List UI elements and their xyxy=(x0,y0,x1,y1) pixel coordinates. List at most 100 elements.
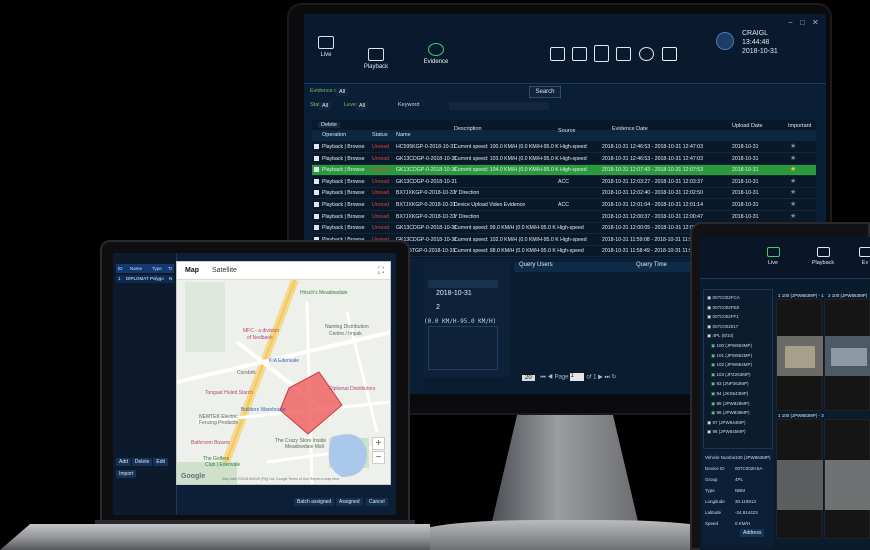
cell-operation[interactable]: Playback | Browse xyxy=(322,156,365,162)
satellite-tab[interactable]: Satellite xyxy=(212,267,237,274)
header-operation[interactable]: Operation xyxy=(322,132,346,138)
star-icon[interactable]: ★ xyxy=(790,154,796,162)
level-select[interactable]: All xyxy=(356,102,369,110)
video-channel-1[interactable] xyxy=(776,299,823,411)
row-checkbox[interactable] xyxy=(314,167,319,173)
tree-item[interactable]: ▣ 101 (JPW862MP) xyxy=(711,353,752,359)
table-row[interactable]: Playback | Browse Unread GK13CDGP-0-2018-1… xyxy=(312,154,816,165)
address-button[interactable]: Address xyxy=(740,529,765,537)
zoom-out-button[interactable]: − xyxy=(372,451,385,464)
tree-item[interactable]: ▣ 93 (JNP363MP) xyxy=(711,381,749,387)
keyword-input[interactable] xyxy=(449,102,549,110)
table-row[interactable]: Playback | Browse Unread HC595KGP-0-2018-1… xyxy=(312,142,816,153)
refresh-icon[interactable]: ↻ xyxy=(612,375,617,381)
cell-operation[interactable]: Playback | Browse xyxy=(322,167,365,173)
maximize-icon[interactable]: □ xyxy=(800,18,805,27)
star-icon[interactable]: ★ xyxy=(790,188,796,196)
zoom-in-button[interactable]: + xyxy=(372,437,385,450)
row-checkbox[interactable] xyxy=(314,202,319,207)
row-checkbox[interactable] xyxy=(314,190,319,196)
search-button[interactable]: Search xyxy=(529,86,561,98)
last-page-icon[interactable]: ⏭ xyxy=(604,375,609,381)
add-button[interactable]: Add xyxy=(116,458,131,466)
star-icon[interactable]: ★ xyxy=(790,200,796,208)
tab-playback[interactable]: Playback xyxy=(356,48,396,70)
header-description[interactable]: Description xyxy=(454,126,482,132)
cancel-button[interactable]: Cancel xyxy=(366,498,388,506)
upload-picture-icon[interactable] xyxy=(572,47,587,61)
tree-item[interactable]: ▣ 98 (JPW845MP) xyxy=(707,429,746,435)
list-icon[interactable] xyxy=(550,47,565,61)
tree-item[interactable]: ▣ 95 (JPW828MP) xyxy=(711,401,750,407)
delete-button[interactable]: Delete xyxy=(131,458,153,466)
map-tab[interactable]: Map xyxy=(185,267,199,274)
cell-operation[interactable]: Playback | Browse xyxy=(322,179,365,185)
star-icon[interactable]: ★ xyxy=(790,142,796,150)
header-status[interactable]: Status xyxy=(372,132,388,138)
table-row[interactable]: Playback | Browse Unread BX7JXKGP-0-2018-1… xyxy=(312,200,816,211)
next-page-icon[interactable]: ▶ xyxy=(598,375,603,381)
header-source[interactable]: Source xyxy=(558,128,575,134)
tree-item[interactable]: ▣ 4PL (8/10) xyxy=(707,333,733,339)
video-channel-3[interactable] xyxy=(776,419,823,539)
fullscreen-icon[interactable]: ⛶ xyxy=(378,265,384,276)
cell-operation[interactable]: Playback | Browse xyxy=(322,225,365,231)
geofence-row[interactable]: 1 DIPLOMAT Polygo N xyxy=(116,275,174,283)
state-select[interactable]: All xyxy=(319,102,332,110)
cell-operation[interactable]: Playback | Browse xyxy=(322,214,365,220)
video-channel-4[interactable] xyxy=(824,419,870,539)
header-evidence-date[interactable]: Evidence Date xyxy=(612,126,648,132)
minimize-icon[interactable]: − xyxy=(788,18,793,27)
table-row[interactable]: Playback | Browse Unread BX7JXKGP-0-2018-1… xyxy=(312,212,816,223)
page-input[interactable]: 1 xyxy=(570,373,585,381)
tree-item[interactable]: ▣ 007C002FCA xyxy=(707,295,740,301)
batch-assigned-button[interactable]: Batch assigned xyxy=(294,498,335,506)
edit-button[interactable]: Edit xyxy=(153,458,168,466)
alarm-bell-icon[interactable] xyxy=(662,47,677,61)
tab-live[interactable]: Live xyxy=(306,36,346,58)
table-row[interactable]: Playback | Browse Unread GK13CDGP-0-2018-1… xyxy=(312,165,816,177)
assigned-button[interactable]: Assigned xyxy=(336,498,363,506)
page-size-select[interactable]: 20 xyxy=(522,374,535,381)
cell-operation[interactable]: Playback | Browse xyxy=(322,144,365,150)
tablet-tab-evidence[interactable]: Ev xyxy=(850,247,870,266)
first-page-icon[interactable]: ⏮ xyxy=(540,375,545,381)
row-checkbox[interactable] xyxy=(314,155,319,161)
import-button[interactable]: Import xyxy=(116,470,137,478)
star-icon[interactable]: ★ xyxy=(790,165,796,173)
user-avatar[interactable] xyxy=(716,32,734,50)
header-upload-date[interactable]: Upload Date xyxy=(732,123,763,129)
document-icon[interactable] xyxy=(594,45,609,62)
row-checkbox[interactable] xyxy=(314,144,319,149)
star-icon[interactable]: ★ xyxy=(790,177,796,185)
header-important[interactable]: Important xyxy=(788,123,811,129)
video-channel-2[interactable] xyxy=(824,299,870,411)
row-checkbox[interactable] xyxy=(314,178,319,184)
table-row[interactable]: Playback | Browse Unread GK13CDGP-0-2018-1… xyxy=(312,177,816,188)
delete-button[interactable]: Delete xyxy=(318,122,340,128)
row-checkbox[interactable] xyxy=(314,225,319,231)
close-icon[interactable]: ✕ xyxy=(812,18,819,27)
header-name[interactable]: Name xyxy=(396,132,411,138)
tablet-tab-live[interactable]: Live xyxy=(758,247,788,266)
map-view[interactable]: Map Satellite ⛶ Hirsch's Meadowdale Naml… xyxy=(176,261,391,485)
download-icon[interactable] xyxy=(639,47,654,61)
tree-item[interactable]: ▣ 97 (JPW844MP) xyxy=(707,420,746,426)
evidence-date-select[interactable]: All xyxy=(336,88,349,96)
tree-item[interactable]: ▣ 102 (JPW864MP) xyxy=(711,362,752,368)
tree-item[interactable]: ▣ 007C002FF1 xyxy=(707,314,739,320)
star-icon[interactable]: ★ xyxy=(790,212,796,220)
tree-item[interactable]: ▣ 94 (JKS543MP) xyxy=(711,391,748,397)
tablet-tab-playback[interactable]: Playback xyxy=(808,247,838,266)
tree-item[interactable]: ▣ 103 (JPZ263MP) xyxy=(711,372,751,378)
tab-evidence[interactable]: Evidence xyxy=(416,43,456,65)
row-checkbox[interactable] xyxy=(314,213,319,219)
tree-item[interactable]: ▣ 100 (JPW863MP) xyxy=(711,343,752,349)
table-row[interactable]: Playback | Browse Unread BX7JXKGP-0-2018-1… xyxy=(312,188,816,200)
tree-item[interactable]: ▣ 007C002017 xyxy=(707,324,738,330)
prev-page-icon[interactable]: ◀ xyxy=(547,375,552,381)
cell-operation[interactable]: Playback | Browse xyxy=(322,190,365,196)
tree-item[interactable]: ▣ 007C002FE8 xyxy=(707,305,739,311)
tree-item[interactable]: ▣ 96 (JPW838MP) xyxy=(711,410,750,416)
cell-operation[interactable]: Playback | Browse xyxy=(322,202,365,208)
